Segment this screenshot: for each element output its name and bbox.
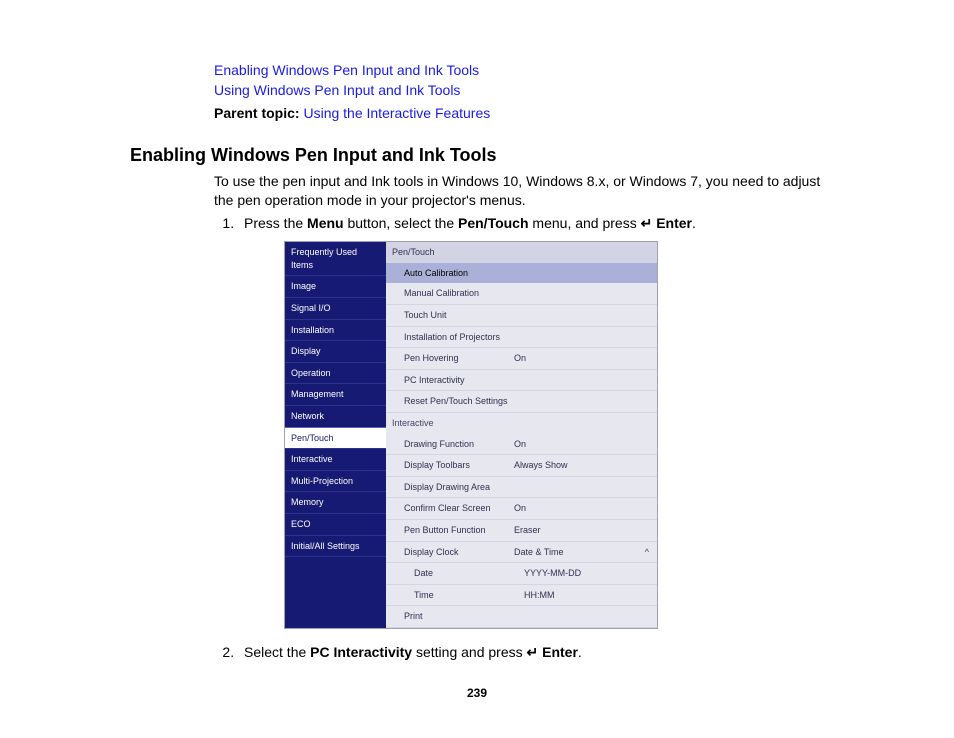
menu-option: Drawing FunctionOn	[386, 434, 657, 456]
menu-left-item: Image	[285, 276, 386, 298]
menu-option: Installation of Projectors	[386, 327, 657, 349]
step-2: Select the PC Interactivity setting and …	[238, 643, 834, 663]
menu-group-interactive: Interactive	[386, 413, 657, 434]
menu-left-item: Display	[285, 341, 386, 363]
menu-option: Display Drawing Area	[386, 477, 657, 499]
parent-topic-label: Parent topic:	[214, 105, 300, 121]
menu-left-item: Multi-Projection	[285, 471, 386, 493]
parent-topic-link[interactable]: Using the Interactive Features	[303, 105, 490, 121]
menu-left-item: Frequently Used Items	[285, 242, 386, 276]
menu-option: Auto Calibration	[386, 263, 657, 284]
menu-option: Pen HoveringOn	[386, 348, 657, 370]
menu-header-pen-touch: Pen/Touch	[386, 242, 657, 263]
menu-option: TimeHH:MM	[386, 585, 657, 607]
menu-left-item: Pen/Touch	[285, 428, 386, 450]
section-title: Enabling Windows Pen Input and Ink Tools	[130, 145, 834, 166]
menu-left-item: Initial/All Settings	[285, 536, 386, 558]
step-1: Press the Menu button, select the Pen/To…	[238, 214, 834, 629]
projector-menu-screenshot: Frequently Used ItemsImageSignal I/OInst…	[284, 241, 658, 629]
menu-left-item: Memory	[285, 492, 386, 514]
menu-option: Reset Pen/Touch Settings	[386, 391, 657, 413]
menu-option: Display ClockDate & Time^	[386, 542, 657, 564]
menu-option: Display ToolbarsAlways Show	[386, 455, 657, 477]
menu-left-item: Installation	[285, 320, 386, 342]
page-number: 239	[0, 686, 954, 700]
chevron-up-icon: ^	[645, 546, 651, 559]
menu-option: Print	[386, 606, 657, 628]
menu-option: Confirm Clear ScreenOn	[386, 498, 657, 520]
menu-left-item: Operation	[285, 363, 386, 385]
menu-left-item: ECO	[285, 514, 386, 536]
section-intro: To use the pen input and Ink tools in Wi…	[214, 172, 834, 210]
menu-option: Touch Unit	[386, 305, 657, 327]
toc-link-using[interactable]: Using Windows Pen Input and Ink Tools	[214, 80, 834, 100]
menu-left-item: Signal I/O	[285, 298, 386, 320]
enter-icon: ↵	[527, 643, 539, 663]
menu-left-item: Network	[285, 406, 386, 428]
enter-icon: ↵	[641, 214, 653, 234]
menu-option: Pen Button FunctionEraser	[386, 520, 657, 542]
menu-left-item: Management	[285, 384, 386, 406]
menu-option: PC Interactivity	[386, 370, 657, 392]
menu-left-item: Interactive	[285, 449, 386, 471]
toc-link-enable[interactable]: Enabling Windows Pen Input and Ink Tools	[214, 60, 834, 80]
menu-option: Manual Calibration	[386, 283, 657, 305]
menu-option: DateYYYY-MM-DD	[386, 563, 657, 585]
